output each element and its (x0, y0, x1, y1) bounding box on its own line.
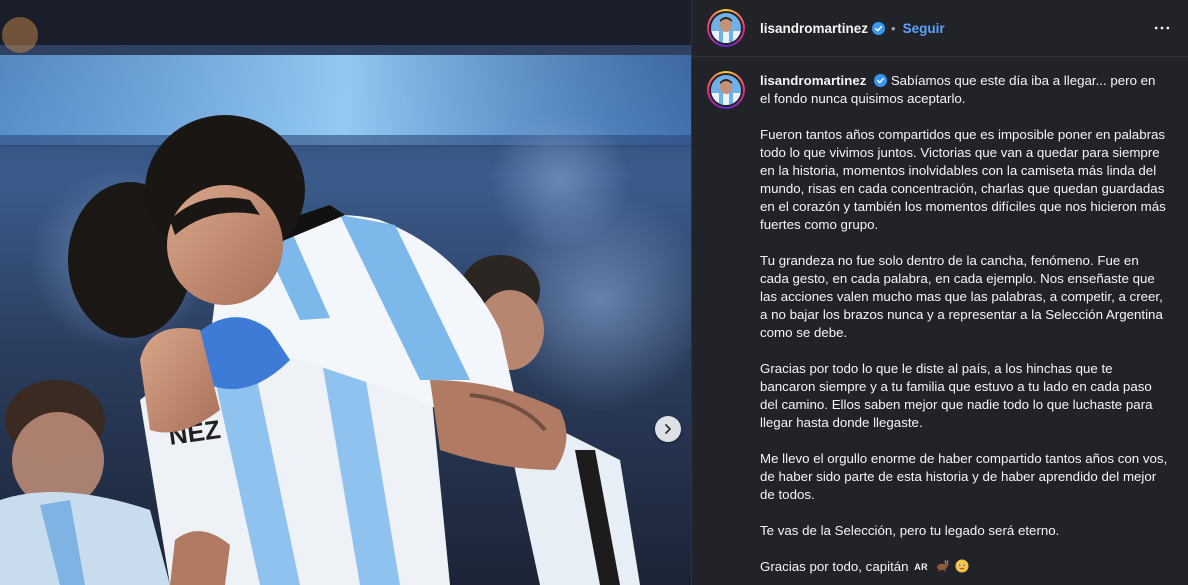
caption-paragraph: Te vas de la Selección, pero tu legado s… (760, 523, 1060, 538)
verified-badge-icon (874, 74, 888, 87)
photo-illustration: NEZ (0, 0, 691, 585)
caption-text: lisandromartinez Sabíamos que este día i… (760, 72, 1168, 585)
avatar[interactable] (707, 9, 745, 47)
username[interactable]: lisandromartinez (760, 21, 868, 36)
caption-username[interactable]: lisandromartinez (760, 73, 866, 88)
caption-avatar[interactable] (707, 71, 745, 109)
post-side-panel: lisandromartinez • Seguir lisandromartin… (691, 0, 1188, 585)
post-photo[interactable]: NEZ (0, 0, 691, 585)
caption-paragraph: Gracias por todo lo que le diste al país… (760, 361, 1153, 430)
chevron-right-icon (665, 424, 671, 434)
caption-paragraph: lisandromartinez Sabíamos que este día i… (760, 72, 1168, 108)
profile-picture (711, 13, 741, 43)
caption-paragraph: Tu grandeza no fue solo dentro de la can… (760, 253, 1163, 340)
more-options-button[interactable] (1150, 16, 1174, 40)
caption-paragraph: Fueron tantos años compartidos que es im… (760, 127, 1166, 232)
separator-dot: • (891, 20, 896, 36)
more-options-icon (1154, 26, 1170, 30)
profile-picture (711, 75, 741, 105)
argentina-flag-icon: AR (914, 562, 928, 572)
next-photo-button[interactable] (655, 416, 681, 442)
caption-paragraph: Me llevo el orgullo enorme de haber comp… (760, 451, 1168, 502)
caption-paragraph-last: Gracias por todo, capitán AR (760, 558, 1168, 576)
verified-badge-icon (872, 21, 886, 35)
follow-button[interactable]: Seguir (903, 21, 945, 36)
goat-emoji-icon (936, 560, 949, 572)
holding-back-tears-emoji-icon (955, 559, 969, 573)
instagram-post: NEZ lisandromartinez • Seguir lisandroma… (0, 0, 1188, 585)
post-header: lisandromartinez • Seguir (692, 0, 1188, 57)
caption-area: lisandromartinez Sabíamos que este día i… (692, 57, 1188, 585)
caption-closing: Gracias por todo, capitán (760, 559, 909, 574)
